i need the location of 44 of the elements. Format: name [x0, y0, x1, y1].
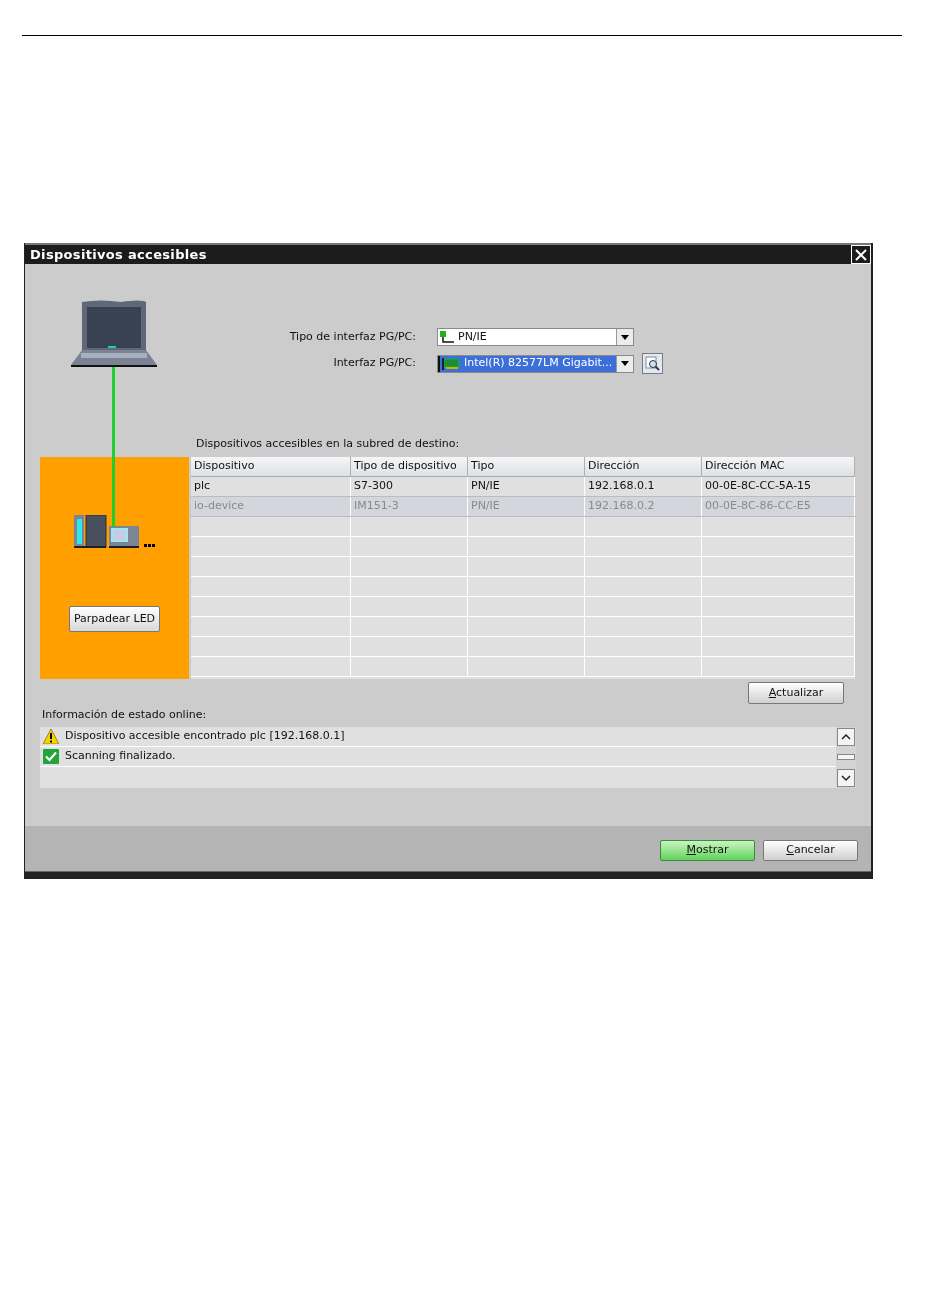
table-cell: 192.168.0.1 — [585, 477, 702, 496]
scroll-down-icon[interactable] — [837, 768, 855, 787]
checkmark-icon — [43, 748, 59, 764]
show-button[interactable]: Mostrar — [660, 840, 755, 861]
dropdown-field[interactable]: PN/IE — [437, 328, 634, 346]
table-cell: 00-0E-8C-CC-5A-15 — [702, 477, 855, 496]
cancel-button[interactable]: Cancelar — [763, 840, 858, 861]
table-cell: PN/IE — [468, 497, 585, 516]
table-cell: IM151-3 — [351, 497, 468, 516]
search-icon — [645, 356, 660, 371]
scrollbar[interactable] — [836, 726, 856, 788]
table-cell: plc — [191, 477, 351, 496]
status-label: Información de estado online: — [42, 707, 208, 723]
dropdown-caret-icon — [621, 361, 629, 366]
network-card-icon — [442, 357, 460, 370]
refresh-button[interactable]: Actualizar — [748, 682, 844, 704]
table-cell: io-device — [191, 497, 351, 516]
status-message: Scanning finalizado. — [65, 747, 176, 764]
device-station-icon — [73, 515, 156, 548]
blink-led-button[interactable]: Parpadear LED — [68, 606, 161, 632]
column-header[interactable]: Dirección — [585, 457, 702, 476]
field-label: Tipo de interfaz PG/PC: — [288, 328, 416, 345]
column-header[interactable]: Tipo — [468, 457, 585, 476]
status-message: Dispositivo accesible encontrado plc [192.168.0.1] — [65, 727, 345, 744]
table-cell: PN/IE — [468, 477, 585, 496]
column-header[interactable]: Dispositivo — [191, 457, 351, 476]
table-cell: S7-300 — [351, 477, 468, 496]
network-icon — [440, 331, 454, 343]
warning-icon — [43, 728, 59, 744]
window-title: Dispositivos accesibles — [30, 245, 207, 264]
close-icon — [855, 248, 867, 261]
laptop-icon — [71, 300, 157, 367]
scroll-thumb[interactable] — [837, 754, 855, 760]
dropdown-caret-icon — [621, 334, 629, 340]
subnet-caption: Dispositivos accesibles en la subred de destino: — [196, 436, 461, 452]
table-cell: 00-0E-8C-86-CC-E5 — [702, 497, 855, 516]
close-button[interactable] — [851, 245, 871, 264]
field-label: Interfaz PG/PC: — [332, 355, 416, 372]
search-button[interactable] — [642, 353, 663, 374]
dropdown-field[interactable]: Intel(R) 82577LM Gigabit... — [437, 354, 634, 373]
column-header[interactable]: Tipo de dispositivo — [351, 457, 468, 476]
column-header[interactable]: Dirección MAC — [702, 457, 855, 476]
table-cell: 192.168.0.2 — [585, 497, 702, 516]
scroll-up-icon[interactable] — [837, 727, 855, 746]
